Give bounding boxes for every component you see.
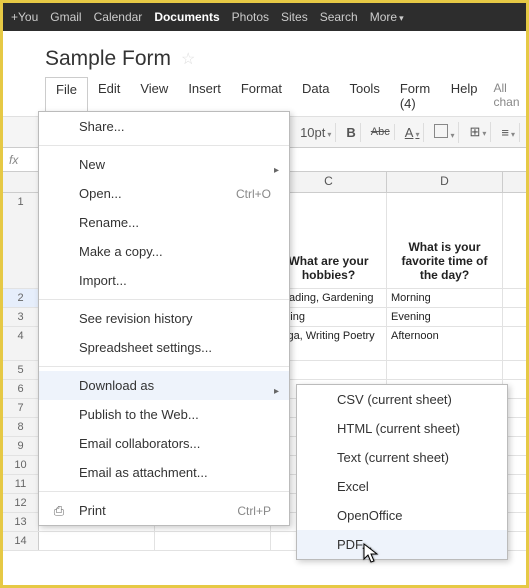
- download-as-submenu: CSV (current sheet) HTML (current sheet)…: [296, 384, 508, 560]
- title-bar: Sample Form ☆: [3, 31, 526, 77]
- menu-help[interactable]: Help: [441, 77, 488, 115]
- download-openoffice[interactable]: OpenOffice: [297, 501, 507, 530]
- menu-print[interactable]: ⎙PrintCtrl+P: [39, 496, 289, 525]
- nav-calendar[interactable]: Calendar: [94, 10, 143, 24]
- menu-view[interactable]: View: [130, 77, 178, 115]
- select-all-corner[interactable]: [3, 172, 39, 192]
- top-nav: +You Gmail Calendar Documents Photos Sit…: [3, 3, 526, 31]
- borders-button[interactable]: ⊞: [465, 122, 491, 142]
- menu-edit[interactable]: Edit: [88, 77, 130, 115]
- cell[interactable]: What is your favorite time of the day?: [387, 193, 503, 288]
- menu-email-collaborators[interactable]: Email collaborators...: [39, 429, 289, 458]
- download-text[interactable]: Text (current sheet): [297, 443, 507, 472]
- menu-form[interactable]: Form (4): [390, 77, 441, 115]
- font-size-select[interactable]: 10pt: [296, 123, 336, 142]
- menu-make-copy[interactable]: Make a copy...: [39, 237, 289, 266]
- row-header[interactable]: 3: [3, 308, 39, 326]
- fx-label: fx: [9, 153, 18, 167]
- nav-you[interactable]: +You: [11, 10, 38, 24]
- col-d[interactable]: D: [387, 172, 503, 192]
- nav-documents[interactable]: Documents: [154, 10, 219, 24]
- align-button[interactable]: ≡: [497, 123, 520, 142]
- menu-rename[interactable]: Rename...: [39, 208, 289, 237]
- fill-color-button[interactable]: [430, 122, 459, 143]
- cell[interactable]: Afternoon: [387, 327, 503, 360]
- menu-email-attachment[interactable]: Email as attachment...: [39, 458, 289, 487]
- menu-tools[interactable]: Tools: [339, 77, 389, 115]
- nav-search[interactable]: Search: [320, 10, 358, 24]
- download-excel[interactable]: Excel: [297, 472, 507, 501]
- strike-button[interactable]: Abc: [367, 124, 395, 140]
- row-header[interactable]: 1: [3, 193, 39, 288]
- download-html[interactable]: HTML (current sheet): [297, 414, 507, 443]
- menu-revision-history[interactable]: See revision history: [39, 304, 289, 333]
- nav-gmail[interactable]: Gmail: [50, 10, 81, 24]
- cell[interactable]: Morning: [387, 289, 503, 307]
- print-icon: ⎙: [51, 503, 67, 519]
- menu-import[interactable]: Import...: [39, 266, 289, 295]
- row-header[interactable]: 2: [3, 289, 39, 307]
- menu-download-as[interactable]: Download as: [39, 371, 289, 400]
- menu-publish-web[interactable]: Publish to the Web...: [39, 400, 289, 429]
- download-pdf[interactable]: PDF...: [297, 530, 507, 559]
- text-color-button[interactable]: A: [401, 123, 425, 142]
- document-title[interactable]: Sample Form: [45, 47, 171, 71]
- nav-sites[interactable]: Sites: [281, 10, 308, 24]
- row-header[interactable]: 4: [3, 327, 39, 360]
- nav-more[interactable]: More: [370, 10, 404, 24]
- download-csv[interactable]: CSV (current sheet): [297, 385, 507, 414]
- menu-share[interactable]: Share...: [39, 112, 289, 141]
- bold-button[interactable]: B: [342, 123, 360, 142]
- menu-data[interactable]: Data: [292, 77, 339, 115]
- star-icon[interactable]: ☆: [181, 49, 195, 69]
- menu-format[interactable]: Format: [231, 77, 292, 115]
- menu-file[interactable]: File: [45, 77, 88, 115]
- cell[interactable]: Evening: [387, 308, 503, 326]
- menu-open[interactable]: Open...Ctrl+O: [39, 179, 289, 208]
- nav-photos[interactable]: Photos: [232, 10, 269, 24]
- changes-status: All chan: [488, 77, 527, 115]
- menu-insert[interactable]: Insert: [178, 77, 231, 115]
- menu-spreadsheet-settings[interactable]: Spreadsheet settings...: [39, 333, 289, 362]
- file-menu: Share... New Open...Ctrl+O Rename... Mak…: [38, 111, 290, 526]
- menu-new[interactable]: New: [39, 150, 289, 179]
